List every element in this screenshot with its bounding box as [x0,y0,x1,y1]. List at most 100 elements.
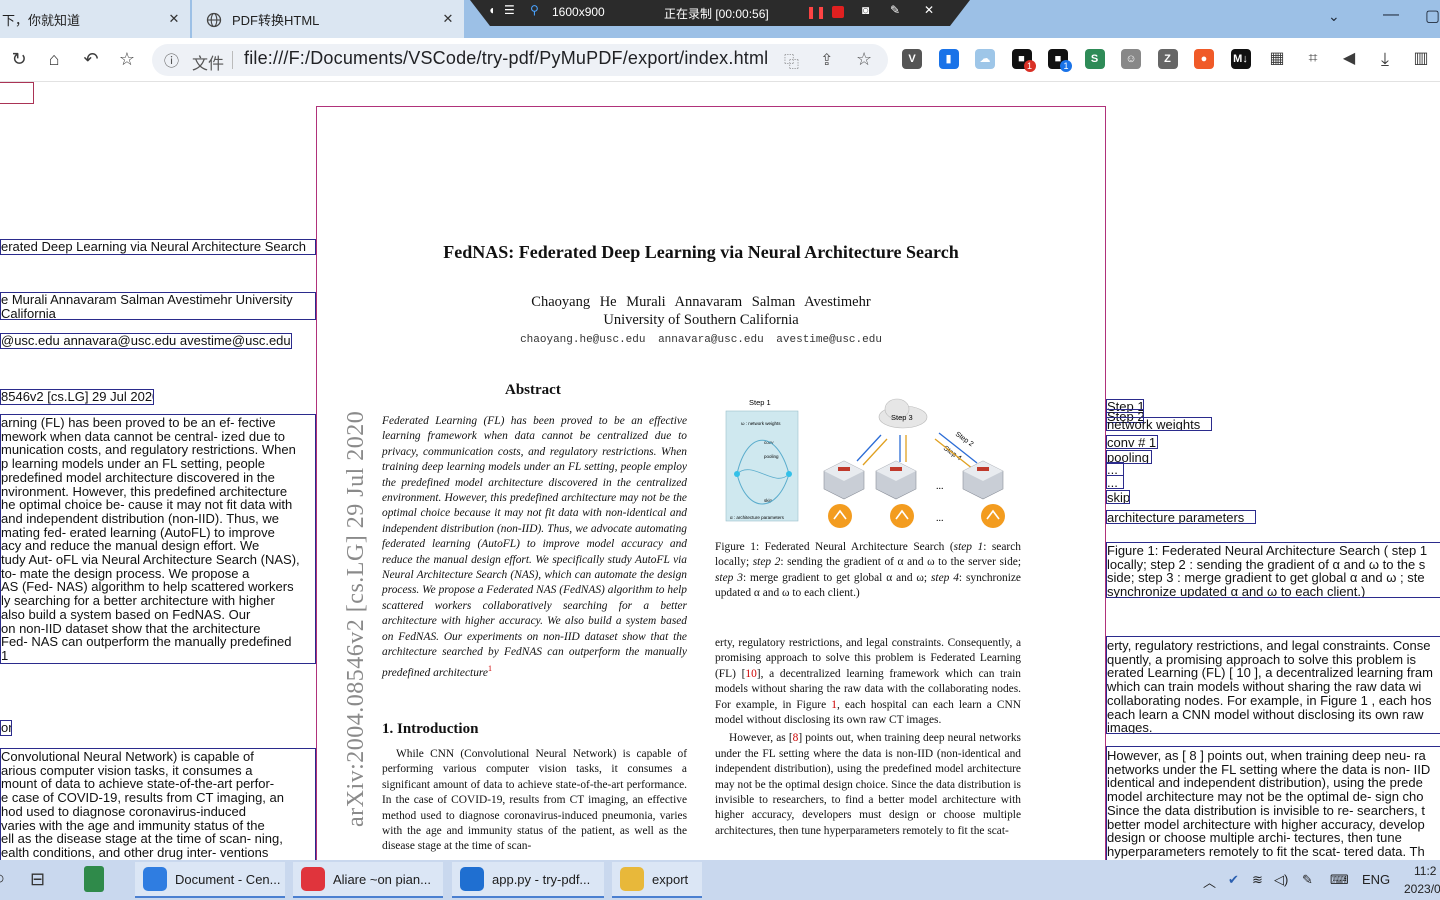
overlay-paragraph-line: model architecture may not be the optima… [1107,789,1424,805]
overlay-figure-label: ... [1106,475,1124,489]
url-text[interactable]: file:///F:/Documents/VSCode/try-pdf/PyMu… [244,48,768,69]
taskbar-app-0[interactable]: Document - Cen... [135,862,285,898]
camera-icon[interactable]: ◙ [862,3,869,17]
taskbar-app-1[interactable]: Aliare ~on pian... [293,862,443,898]
tab-search-chevron-icon[interactable]: ⌄ [1328,8,1340,25]
overlay-intro-line: ealth conditions, and other drug inter- … [1,844,269,860]
fig-arch-label: α : architecture parameters [730,515,785,520]
md-icon[interactable]: M↓ [1230,49,1251,69]
overlay-intro-line: hod used to diagnose coronavirus-induced [1,803,247,819]
clock-time[interactable]: 11:2 [1414,864,1436,878]
figure-caption-step: step 2 [752,556,781,569]
translate-icon[interactable]: ⿻ [784,51,799,72]
tab-title: PDF转换HTML [232,12,320,28]
tab-pdf-to-html[interactable]: PDF转换HTML ✕ [192,0,464,38]
s-icon[interactable]: S [1084,49,1105,69]
cat-icon[interactable]: ☺ [1121,49,1141,69]
download-icon[interactable]: ⤓ [1374,48,1396,70]
overlay-intro-line: varies with the age and immunity status … [1,817,265,833]
pause-icon[interactable]: ❚❚ [806,5,826,19]
overlay-abstract-line: acy and reduce the manual design effort.… [1,538,260,554]
overlay-abstract-line: ly searching for a better architecture w… [1,593,275,609]
fig-skip-label: skip [764,498,772,503]
calculator-icon[interactable] [84,866,104,892]
overlay-paragraph-line: However, as [ 8 ] points out, when train… [1107,748,1426,763]
stop-icon[interactable] [832,6,844,18]
fig-step2-label: Step 2 [954,431,975,448]
keyboard-icon[interactable]: ⌨ [1330,872,1349,888]
mute-icon[interactable]: ◀ [1338,48,1360,70]
windows-taskbar: ○ ⊟ Document - Cen... Aliare ~on pian... a… [0,860,1440,900]
overlay-caption-line: side; step 3 : merge gradient to get glo… [1107,570,1425,586]
v-icon[interactable]: V [902,49,922,69]
overlay-abstract-line: tudy Aut- oFL via Neural Architecture Se… [1,552,300,568]
sync-icon [828,504,852,528]
wifi-icon[interactable]: ≋ [1252,872,1263,888]
fig-arrow [862,438,888,466]
tray-app-icon[interactable]: ✔ [1228,872,1239,888]
overlay-abstract-line: on non-IID dataset show that the archite… [1,620,261,636]
figure-caption: Figure 1: Federated Neural Architecture … [715,540,1021,602]
close-tab-icon[interactable]: ✕ [166,11,182,27]
app-label: Aliare ~on pian... [333,871,431,887]
crop-icon[interactable]: ⌗ [1302,48,1324,70]
paragraph: However, as [8] points out, when trainin… [715,731,1021,839]
address-bar[interactable]: ⓘ 文件 file:///F:/Documents/VSCode/try-pdf… [152,44,888,76]
overlay-caption-line: synchronize updated α and ω to each clie… [1107,584,1366,598]
grid-icon[interactable]: ▦ [1266,48,1288,70]
citation-link[interactable]: 10 [745,668,756,680]
taskbar-app-2[interactable]: app.py - try-pdf... [452,862,604,898]
orange-icon[interactable]: ● [1194,49,1214,69]
menu-icon[interactable]: ☰ [504,3,515,17]
clock-date[interactable]: 2023/0 [1404,882,1440,896]
minimize-icon[interactable]: — [1383,6,1399,24]
fig-ellipsis: ... [936,513,944,524]
overlay-abstract-line: AS (Fed- NAS) algorithm to help scattere… [1,579,294,595]
bookmark-star-icon[interactable]: ☆ [856,49,872,70]
page-input-box[interactable] [0,82,34,104]
overlay-abstract-line: p learning models under an FL setting, p… [1,456,266,472]
info-icon[interactable]: ⓘ [164,50,179,71]
bookmark-icon[interactable]: ▮ [938,49,959,69]
tab-first[interactable]: 下，你就知道 ✕ [0,0,190,38]
fig-node [734,471,740,477]
overlay-paragraph-line: erty, regulatory restrictions, and legal… [1107,638,1431,653]
close-recorder-icon[interactable]: ✕ [924,3,934,17]
task-view-icon[interactable]: ⊟ [30,869,45,890]
globe-icon [206,12,222,31]
home-icon[interactable]: ⌂ [43,48,65,70]
undo-icon[interactable]: ↶ [80,48,102,70]
hospital-client-1 [823,460,865,500]
overlay-abstract-line: he optimal choice be- cause it may not f… [1,497,293,513]
overlay-paragraph-line: each learn a CNN model without disclosin… [1107,706,1424,722]
tab-title: 下，你就知道 [2,12,81,28]
pen-icon[interactable]: ✎ [890,3,900,17]
fig-weights-label: ω : network weights [741,421,781,426]
overlay-paragraph-line: quently, a promising approach to solve t… [1107,651,1417,667]
overlay-abstract-line: to- mate the design process. We propose … [1,565,250,581]
maximize-icon[interactable]: ▢ [1425,6,1440,26]
tray-expand-icon[interactable]: ︿ [1203,872,1216,891]
share-icon[interactable]: ⇪ [820,50,833,70]
z-icon[interactable]: Z [1157,49,1178,69]
arxiv-identifier: arXiv:2004.08546v2 [cs.LG] 29 Jul 2020 [343,410,369,827]
volume-icon[interactable]: ◁) [1274,872,1288,888]
overlay-abstract-line: arning (FL) has been proved to be an ef-… [1,415,276,430]
cloud-icon[interactable]: ☁ [975,49,995,69]
sidebar-icon[interactable]: ▥ [1410,48,1432,70]
hospital-client-3 [962,460,1004,500]
star-icon[interactable]: ☆ [116,48,138,70]
language-indicator[interactable]: ENG [1362,872,1390,887]
overlay-paragraph-line: identical and independent distribution),… [1107,775,1423,791]
record-handle-icon[interactable]: ◖ [488,3,495,17]
pin-icon[interactable]: ⚲ [530,3,539,17]
intro-text: While CNN (Convolutional Neural Network)… [382,747,687,855]
pen-tray-icon[interactable]: ✎ [1302,872,1313,888]
paper-authors: Chaoyang He Murali Annavaram Salman Aves… [531,294,871,310]
close-tab-icon[interactable]: ✕ [440,11,456,27]
taskbar-app-3[interactable]: export [612,862,702,898]
search-icon[interactable]: ○ [0,868,5,889]
overlay-figure-label: architecture parameters [1106,510,1256,524]
footnote-marker[interactable]: 1 [488,664,492,673]
reload-icon[interactable]: ↻ [8,48,30,70]
